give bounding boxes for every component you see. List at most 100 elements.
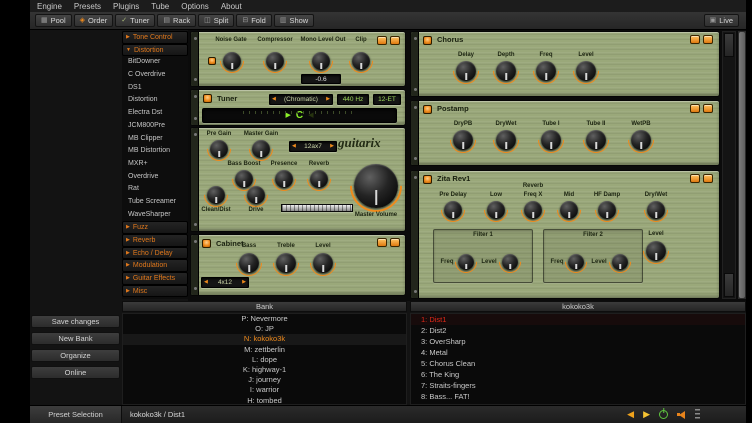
volume-icon[interactable] [677,410,686,419]
chorus-delay-knob[interactable] [456,61,476,81]
unit-minimize-button[interactable] [690,174,700,183]
plugin-item[interactable]: MB Clipper [122,133,188,146]
show-button[interactable]: ▥Show [274,14,314,27]
prev-preset-icon[interactable]: ◀ [627,410,634,419]
reverb-knob[interactable] [310,170,328,188]
noise-gate-switch[interactable] [208,57,216,65]
master-volume-knob[interactable] [354,164,398,208]
organize-button[interactable]: Organize [31,349,120,362]
plugin-item[interactable]: DS1 [122,82,188,95]
postamp-tube1-knob[interactable] [541,130,561,150]
split-button[interactable]: ◫Split [198,14,234,27]
menu-plugins[interactable]: Plugins [113,2,139,11]
plugin-item[interactable]: Rat [122,183,188,196]
preset-item[interactable]: 8: Bass... FAT! [411,391,745,402]
resize-grip[interactable] [695,409,700,420]
live-button[interactable]: ▣Live [704,14,739,27]
unit-drag-handle[interactable] [411,171,419,298]
bank-item[interactable]: I: warrior [123,385,406,395]
plugin-item[interactable]: JCM800Pre [122,120,188,133]
preset-item[interactable]: 1: Dist1 [411,314,745,325]
cabinet-treble-knob[interactable] [276,253,296,273]
preset-item[interactable]: 6: The King [411,369,745,380]
mid-knob[interactable] [560,201,578,219]
postamp-power-switch[interactable] [423,105,432,114]
spin-left-icon[interactable]: ◀ [202,280,210,285]
unit-minimize-button[interactable] [690,104,700,113]
unit-menu-button[interactable] [703,104,713,113]
plugin-item[interactable]: Electra Dst [122,107,188,120]
tube-select-dropdown[interactable]: ◀ 12ax7 ▶ [289,141,337,152]
cabinet-bass-knob[interactable] [239,253,259,273]
preset-item[interactable]: 2: Dist2 [411,325,745,336]
reference-pitch-value[interactable]: 440 Hz [337,94,369,105]
preset-item[interactable]: 3: OverSharp [411,336,745,347]
unit-menu-button[interactable] [703,174,713,183]
unit-menu-button[interactable] [703,35,713,44]
unit-drag-handle[interactable] [191,128,199,231]
cabinet-model-dropdown[interactable]: ◀ 4x12 ▶ [201,277,249,288]
unit-menu-button[interactable] [390,238,400,247]
tuning-mode-dropdown[interactable]: ◀ (Chromatic) ▶ [269,94,333,105]
plugin-item[interactable]: Tube Screamer [122,196,188,209]
plugin-item[interactable]: BitDowner [122,56,188,69]
preset-item[interactable]: 5: Chorus Clean [411,358,745,369]
preset-selection-tab[interactable]: Preset Selection [30,406,122,423]
category-misc[interactable]: ▶Misc [122,285,188,298]
drive-knob[interactable] [247,186,265,204]
unit-drag-handle[interactable] [191,32,199,86]
postamp-tube2-knob[interactable] [586,130,606,150]
postamp-wetpb-knob[interactable] [631,130,651,150]
bank-item[interactable]: J: journey [123,375,406,385]
hf-damp-knob[interactable] [598,201,616,219]
unit-minimize-button[interactable] [690,35,700,44]
noise-gate-knob[interactable] [223,52,241,70]
spin-left-icon[interactable]: ◀ [270,97,278,102]
freq-x-knob[interactable] [524,201,542,219]
bank-item[interactable]: O: JP [123,324,406,334]
category-distortion[interactable]: ▼Distortion [122,44,188,57]
unit-drag-handle[interactable] [191,90,199,125]
chorus-freq-knob[interactable] [536,61,556,81]
clip-knob[interactable] [352,52,370,70]
bank-item[interactable]: L: dope [123,355,406,365]
low-knob[interactable] [487,201,505,219]
master-gain-knob[interactable] [252,140,270,158]
category-reverb[interactable]: ▶Reverb [122,234,188,247]
next-preset-icon[interactable]: ▶ [643,410,650,419]
spin-left-icon[interactable]: ◀ [290,144,298,149]
cabinet-power-switch[interactable] [202,239,211,248]
chorus-depth-knob[interactable] [496,61,516,81]
plugin-item[interactable]: C Overdrive [122,69,188,82]
unit-drag-handle[interactable] [191,235,199,295]
order-button[interactable]: ◈Order [74,14,114,27]
plugin-item[interactable]: MB Distortion [122,145,188,158]
scrollbar-thumb[interactable] [739,32,745,298]
tuner-power-switch[interactable] [203,94,212,103]
category-echo-delay[interactable]: ▶Echo / Delay [122,247,188,260]
chorus-power-switch[interactable] [423,36,432,45]
new-bank-button[interactable]: New Bank [31,332,120,345]
chorus-level-knob[interactable] [576,61,596,81]
engine-power-icon[interactable] [659,410,668,419]
spin-right-icon[interactable]: ▶ [328,144,336,149]
preset-item[interactable]: 4: Metal [411,347,745,358]
pre-delay-knob[interactable] [444,201,462,219]
menu-about[interactable]: About [221,2,242,11]
pool-button[interactable]: ▦Pool [35,14,72,27]
online-button[interactable]: Online [31,366,120,379]
postamp-drypb-knob[interactable] [453,130,473,150]
category-fuzz[interactable]: ▶Fuzz [122,221,188,234]
preset-item[interactable]: 7: Straits-fingers [411,380,745,391]
unit-drag-handle[interactable] [411,32,419,96]
bank-item[interactable]: M: zettberlin [123,345,406,355]
bank-item[interactable]: K: highway-1 [123,365,406,375]
bank-item[interactable]: N: kokoko3k [123,334,406,344]
menu-options[interactable]: Options [181,2,209,11]
compressor-knob[interactable] [266,52,284,70]
spin-right-icon[interactable]: ▶ [240,280,248,285]
fold-button[interactable]: ⊟Fold [236,14,271,27]
filter2-freq-knob[interactable] [568,254,584,270]
spin-right-icon[interactable]: ▶ [324,97,332,102]
zita-power-switch[interactable] [423,175,432,184]
